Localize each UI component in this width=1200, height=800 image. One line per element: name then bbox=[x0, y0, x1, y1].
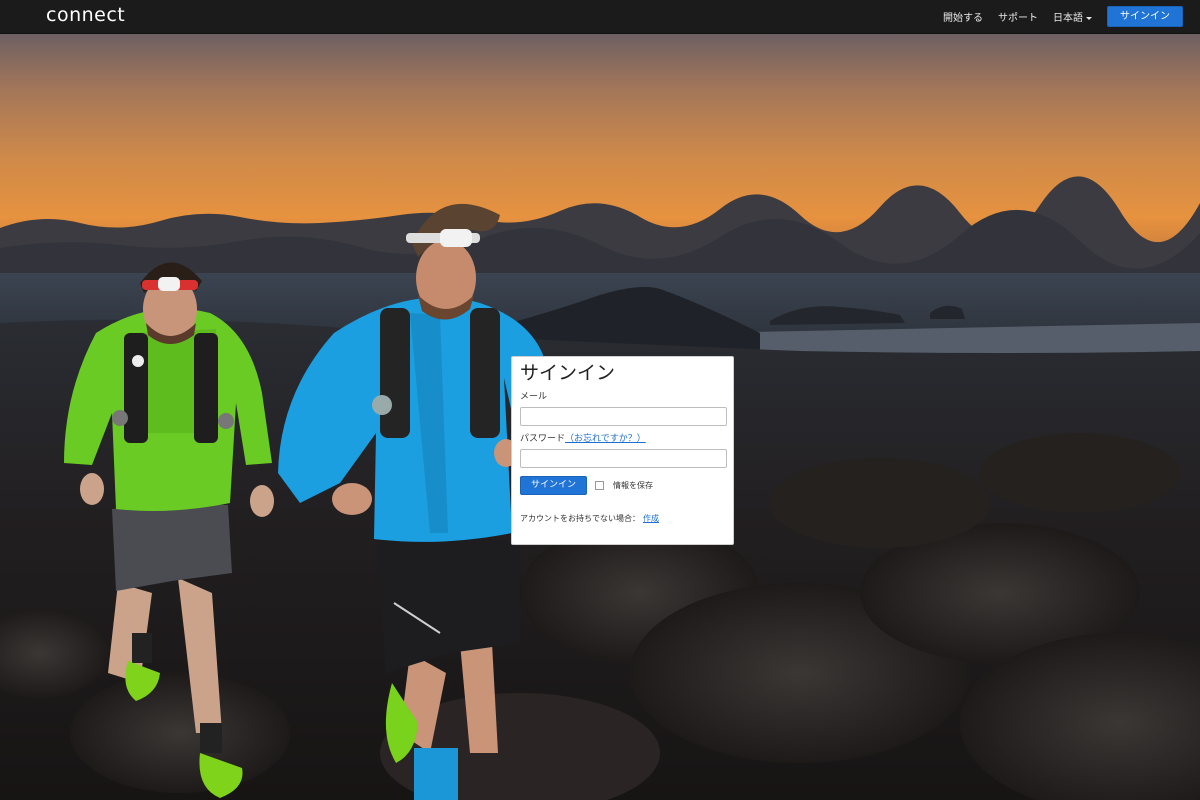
language-label: 日本語 bbox=[1053, 13, 1083, 24]
nav-links: 開始する サポート 日本語 サインイン bbox=[928, 0, 1183, 33]
nav-support-link[interactable]: サポート bbox=[998, 9, 1038, 24]
nav-get-started-link[interactable]: 開始する bbox=[943, 9, 983, 24]
remember-me-label: 情報を保存 bbox=[613, 481, 654, 490]
signin-title: サインイン bbox=[520, 362, 616, 384]
remember-me-checkbox[interactable] bbox=[595, 481, 605, 490]
password-field[interactable] bbox=[520, 449, 727, 468]
brand-logo[interactable]: connect bbox=[46, 4, 125, 26]
page: connect 開始する サポート 日本語 サインイン サインイン メール パス… bbox=[0, 0, 1200, 800]
forgot-password-link[interactable]: （お忘れですか？） bbox=[565, 434, 646, 444]
signin-panel: サインイン メール パスワード（お忘れですか？） サインイン 情報を保存 アカウ… bbox=[511, 356, 734, 545]
top-navbar: connect 開始する サポート 日本語 サインイン bbox=[0, 0, 1200, 34]
nav-signin-button[interactable]: サインイン bbox=[1107, 6, 1183, 27]
email-label: メール bbox=[520, 392, 548, 402]
password-label-row: パスワード（お忘れですか？） bbox=[520, 434, 725, 445]
caret-down-icon bbox=[1086, 16, 1092, 20]
email-field[interactable] bbox=[520, 407, 727, 426]
no-account-text: アカウントをお持ちでない場合： bbox=[520, 514, 640, 523]
signin-action-row: サインイン 情報を保存 bbox=[520, 476, 725, 495]
language-dropdown[interactable]: 日本語 bbox=[1053, 9, 1092, 24]
create-account-link[interactable]: 作成 bbox=[643, 514, 659, 523]
signup-row: アカウントをお持ちでない場合： 作成 bbox=[520, 513, 725, 524]
password-label: パスワード bbox=[520, 434, 566, 444]
signin-submit-button[interactable]: サインイン bbox=[520, 476, 588, 495]
